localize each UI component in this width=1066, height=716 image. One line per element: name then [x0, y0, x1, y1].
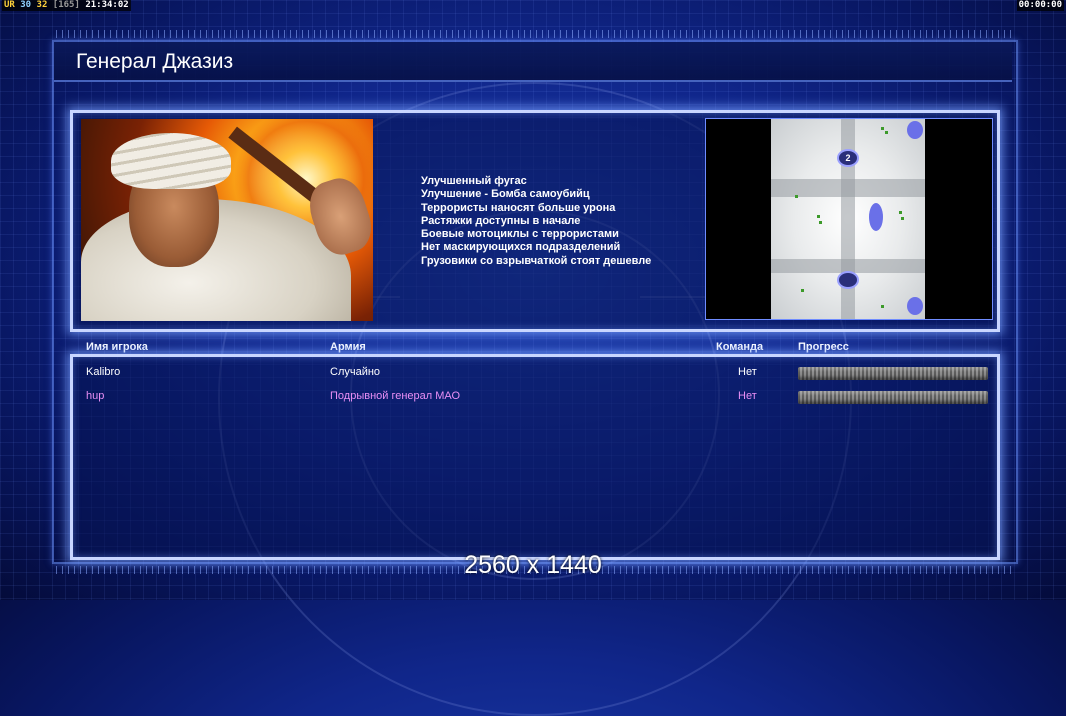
player-army: Случайно	[330, 366, 381, 378]
map-start-position: 2	[837, 149, 859, 167]
frame-ticks-top	[56, 30, 1012, 38]
description-line: Нет маскирующихся подразделений	[421, 241, 621, 254]
header-player-name: Имя игрока	[86, 341, 148, 353]
hud-value-2: 32	[36, 0, 48, 10]
general-info-panel: Улучшенный фугас Улучшение - Бомба самоу…	[70, 110, 1000, 332]
header-army: Армия	[330, 341, 366, 353]
map-tree	[801, 289, 804, 292]
map-lake	[869, 203, 883, 231]
hud-bracket: [165]	[52, 0, 80, 10]
game-timer: 00:00:00	[1016, 0, 1064, 11]
map-tree	[881, 305, 884, 308]
header-team: Команда	[716, 341, 764, 353]
map-tree	[817, 215, 820, 218]
player-name: hup	[86, 390, 105, 402]
description-line: Боевые мотоциклы с террористами	[421, 228, 619, 241]
map-tree	[881, 127, 884, 130]
map-tree	[819, 221, 822, 224]
hud-value-1: 30	[20, 0, 32, 10]
map-lake	[907, 297, 923, 315]
general-description: Улучшенный фугас Улучшение - Бомба самоу…	[421, 175, 651, 268]
description-line: Растяжки доступны в начале	[421, 214, 581, 227]
players-panel	[70, 354, 1000, 560]
player-army: Подрывной генерал МАО	[330, 390, 461, 402]
player-row: Kalibro Случайно Нет	[76, 362, 990, 384]
general-portrait	[81, 119, 373, 321]
map-start-position	[837, 271, 859, 289]
player-team: Нет	[738, 366, 757, 378]
description-line: Террористы наносят больше урона	[421, 201, 616, 214]
map-preview: 2	[705, 118, 993, 320]
resolution-overlay-text: 2560 x 1440	[464, 551, 602, 579]
header-progress: Прогресс	[798, 341, 849, 353]
description-line: Грузовики со взрывчаткой стоят дешевле	[421, 254, 652, 267]
description-line: Улучшенный фугас	[421, 175, 527, 187]
general-name-title: Генерал Джазиз	[76, 50, 234, 73]
map-lake	[907, 121, 923, 139]
map-terrain: 2	[771, 119, 925, 319]
player-team: Нет	[738, 390, 757, 402]
title-bar: Генерал Джазиз	[54, 42, 1012, 82]
hud-clock: 21:34:02	[85, 0, 129, 10]
loading-progress-bar	[798, 391, 988, 404]
player-name: Kalibro	[86, 366, 121, 378]
map-tree	[885, 131, 888, 134]
fps-counter: UR 30 32 [165] 21:34:02	[2, 0, 131, 11]
map-tree	[899, 211, 902, 214]
description-line: Улучшение - Бомба самоубийц	[421, 188, 590, 201]
player-row: hup Подрывной генерал МАО Нет	[76, 386, 990, 408]
turban-graphic	[111, 133, 231, 189]
hud-ur: UR	[4, 0, 15, 10]
map-tree	[901, 217, 904, 220]
loading-progress-bar	[798, 367, 988, 380]
map-tree	[795, 195, 798, 198]
